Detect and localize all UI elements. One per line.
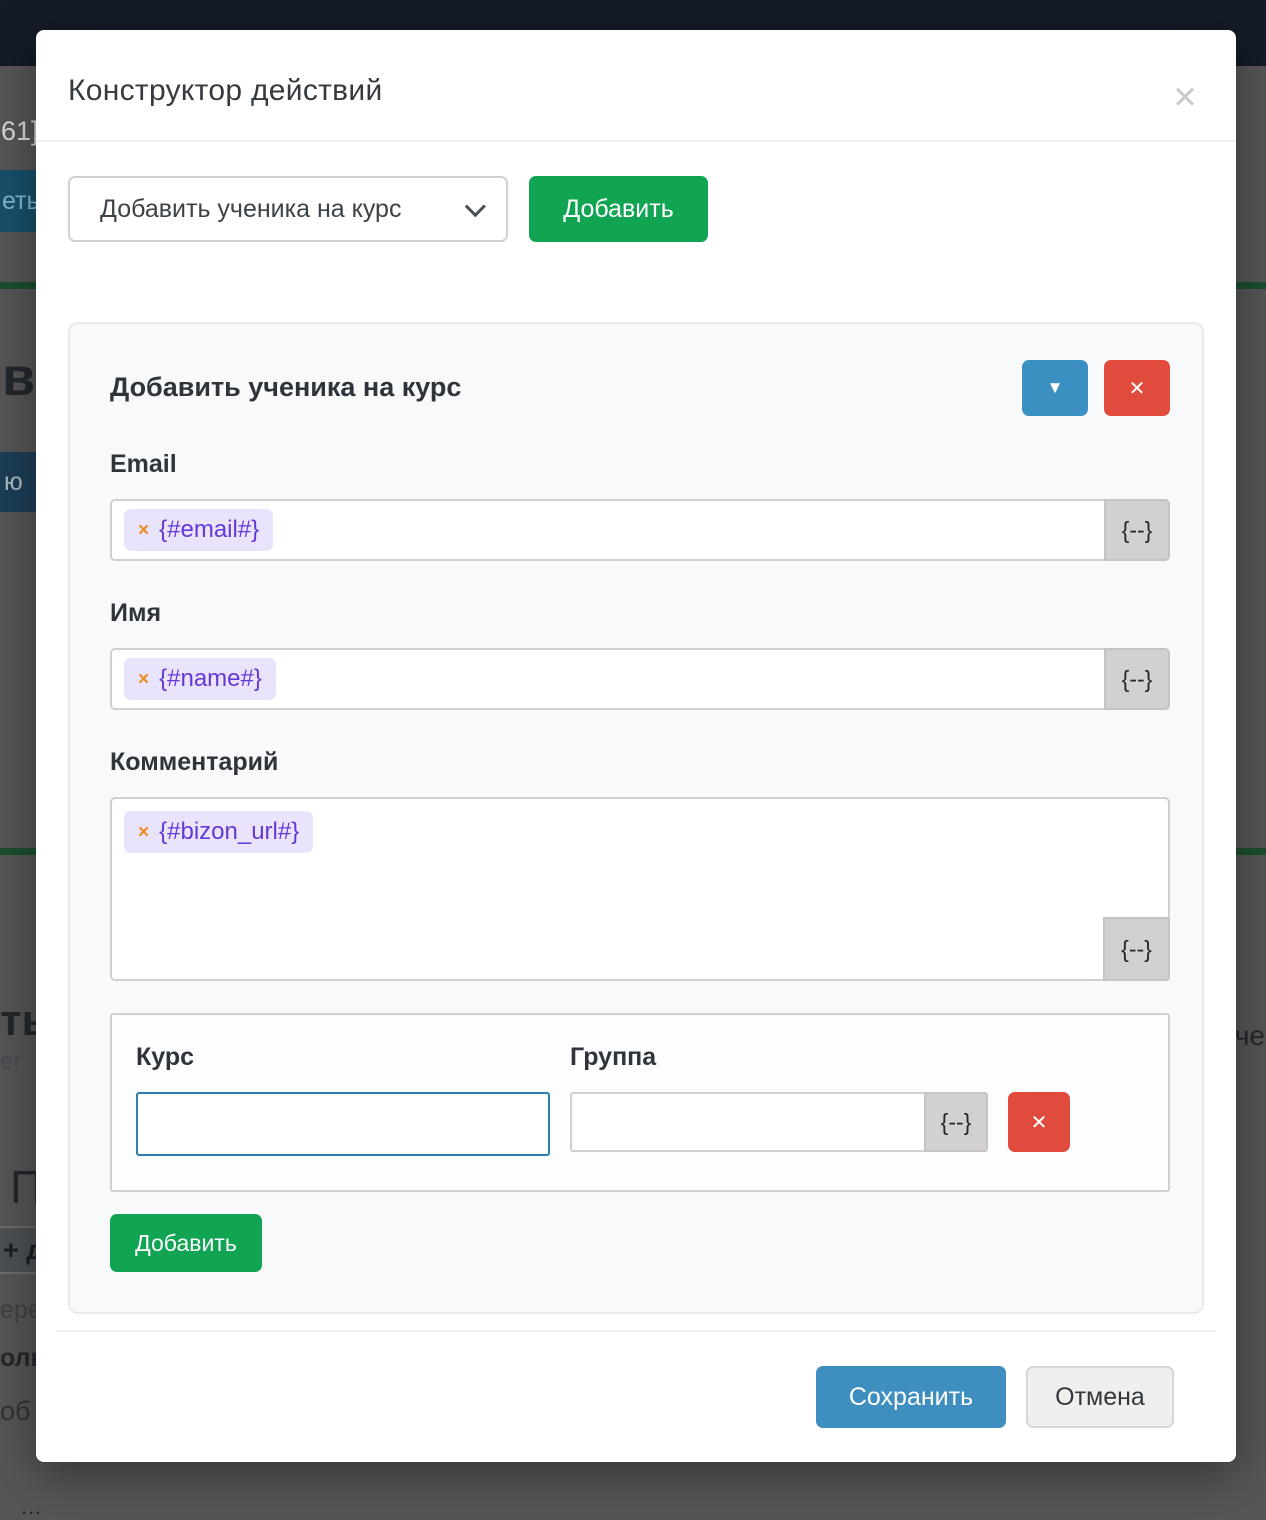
- comment-field[interactable]: × {#bizon_url#} {--}: [110, 797, 1170, 981]
- comment-variable-chip: × {#bizon_url#}: [124, 811, 313, 853]
- add-action-button[interactable]: Добавить: [529, 176, 708, 242]
- name-field-block: Имя × {#name#} {--}: [110, 599, 1170, 710]
- course-label: Курс: [136, 1043, 550, 1072]
- bg-fragment: ег: [0, 1048, 22, 1076]
- course-group-row: Курс Группа {--} ✕: [110, 1013, 1170, 1192]
- insert-variable-button[interactable]: {--}: [1104, 648, 1170, 710]
- modal-footer: Сохранить Отмена: [56, 1330, 1216, 1428]
- x-icon: ✕: [1129, 378, 1146, 400]
- action-card-controls: ▼ ✕: [1022, 360, 1170, 416]
- insert-variable-button[interactable]: {--}: [1104, 499, 1170, 561]
- remove-action-button[interactable]: ✕: [1104, 360, 1170, 416]
- cancel-button[interactable]: Отмена: [1026, 1366, 1174, 1428]
- action-card-header: Добавить ученика на курс ▼ ✕: [110, 360, 1170, 416]
- action-type-select[interactable]: Добавить ученика на курс: [68, 176, 508, 242]
- caret-down-icon: ▼: [1047, 378, 1064, 397]
- modal-header: Конструктор действий ✕: [36, 30, 1236, 142]
- action-card-title: Добавить ученика на курс: [110, 360, 461, 403]
- comment-field-block: Комментарий × {#bizon_url#} {--}: [110, 748, 1170, 981]
- close-icon[interactable]: ✕: [1172, 82, 1198, 113]
- email-variable-chip: × {#email#}: [124, 509, 273, 551]
- group-label: Группа: [570, 1043, 1070, 1072]
- name-variable-chip: × {#name#}: [124, 658, 276, 700]
- group-column: Группа {--} ✕: [570, 1043, 1070, 1156]
- chevron-down-icon: [465, 196, 486, 217]
- bg-fragment: …: [20, 1494, 42, 1520]
- email-label: Email: [110, 450, 1170, 479]
- bg-fragment: об: [0, 1396, 30, 1427]
- group-input[interactable]: [570, 1092, 924, 1152]
- collapse-action-button[interactable]: ▼: [1022, 360, 1088, 416]
- add-course-row-button[interactable]: Добавить: [110, 1214, 262, 1272]
- chip-remove-icon[interactable]: ×: [138, 521, 149, 540]
- name-label: Имя: [110, 599, 1170, 628]
- save-button[interactable]: Сохранить: [816, 1366, 1006, 1428]
- insert-variable-button[interactable]: {--}: [924, 1092, 988, 1152]
- email-field-block: Email × {#email#} {--}: [110, 450, 1170, 561]
- chip-label: {#name#}: [159, 665, 262, 693]
- bg-fragment: в: [2, 346, 35, 408]
- modal-title: Конструктор действий: [68, 74, 1204, 108]
- chip-label: {#email#}: [159, 516, 259, 544]
- chip-remove-icon[interactable]: ×: [138, 823, 149, 842]
- email-field[interactable]: × {#email#}: [110, 499, 1104, 561]
- bg-fragment: че: [1235, 1020, 1265, 1052]
- action-picker-row: Добавить ученика на курс Добавить: [68, 176, 1204, 242]
- chip-label: {#bizon_url#}: [159, 818, 299, 846]
- modal-body: Добавить ученика на курс Добавить Добави…: [36, 142, 1236, 1314]
- chip-remove-icon[interactable]: ×: [138, 670, 149, 689]
- comment-label: Комментарий: [110, 748, 1170, 777]
- action-type-select-value: Добавить ученика на курс: [100, 195, 401, 224]
- course-input[interactable]: [136, 1092, 550, 1156]
- course-column: Курс: [136, 1043, 550, 1156]
- action-card: Добавить ученика на курс ▼ ✕ Email ×: [68, 322, 1204, 1314]
- delete-course-row-button[interactable]: ✕: [1008, 1092, 1070, 1152]
- insert-variable-button[interactable]: {--}: [1103, 917, 1170, 981]
- name-field[interactable]: × {#name#}: [110, 648, 1104, 710]
- bg-fragment: 61]: [1, 116, 39, 147]
- action-constructor-modal: Конструктор действий ✕ Добавить ученика …: [36, 30, 1236, 1462]
